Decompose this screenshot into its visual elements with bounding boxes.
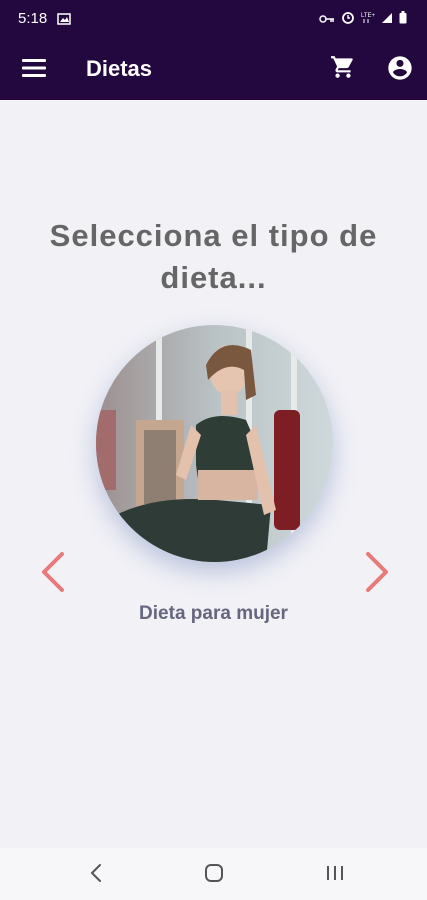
account-icon — [388, 56, 412, 80]
previous-diet-button[interactable] — [38, 550, 70, 594]
home-button[interactable] — [203, 862, 225, 884]
alarm-icon — [341, 10, 355, 29]
lte-icon: LTE+ — [361, 10, 376, 29]
page-title: Dietas — [86, 56, 153, 81]
home-icon — [205, 864, 223, 882]
chevron-right-icon — [366, 552, 388, 592]
diet-type-label: Dieta para mujer — [139, 603, 288, 624]
system-nav-bar — [0, 848, 427, 900]
key-icon — [319, 11, 335, 29]
back-button[interactable] — [88, 862, 104, 884]
selection-heading: Selecciona el tipo de dieta... — [49, 218, 378, 295]
svg-text:LTE+: LTE+ — [361, 13, 375, 19]
menu-icon — [22, 59, 46, 77]
status-bar: 5:18 LTE+ — [0, 0, 427, 38]
recents-button[interactable] — [324, 862, 346, 884]
recents-icon — [327, 866, 343, 880]
account-button[interactable] — [386, 54, 414, 82]
battery-icon — [399, 10, 407, 29]
cart-button[interactable] — [330, 54, 356, 80]
woman-fitness-photo — [96, 325, 333, 562]
app-bar: Dietas — [0, 38, 427, 100]
menu-button[interactable] — [22, 56, 46, 80]
back-icon — [90, 864, 101, 882]
next-diet-button[interactable] — [360, 550, 392, 594]
cart-icon — [331, 56, 353, 78]
image-icon — [57, 12, 71, 30]
signal-icon — [381, 11, 393, 29]
chevron-left-icon — [42, 552, 64, 592]
status-time: 5:18 — [18, 10, 48, 27]
diet-image[interactable] — [96, 325, 333, 562]
